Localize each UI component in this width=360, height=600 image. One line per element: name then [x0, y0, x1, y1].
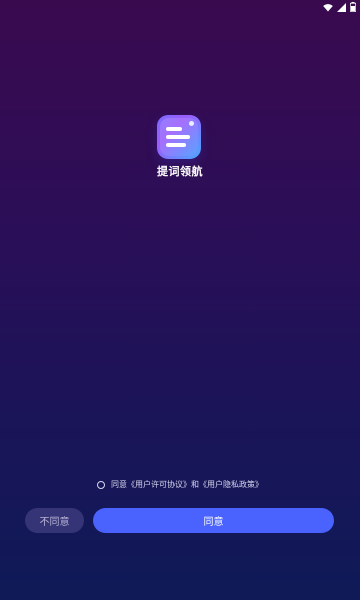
wifi-icon: [323, 3, 333, 12]
app-icon-line: [166, 143, 186, 147]
app-icon-line: [166, 135, 190, 139]
app-name: 提词领航: [157, 165, 203, 178]
status-bar: [0, 0, 360, 14]
app-icon-line: [166, 127, 182, 131]
signal-icon: [337, 2, 346, 12]
app-icon-dot: [189, 121, 194, 126]
agreement-row: 同意 《用户许可协议》 和 《用户隐私政策》: [0, 479, 360, 490]
agreement-radio[interactable]: [97, 480, 105, 489]
agreement-prefix: 同意: [111, 480, 127, 489]
agreement-conjunction: 和: [191, 480, 199, 489]
user-agreement-link[interactable]: 《用户许可协议》: [127, 479, 191, 490]
battery-icon: [350, 2, 356, 12]
status-icons: [323, 2, 356, 12]
decline-button[interactable]: 不同意: [25, 508, 84, 533]
privacy-policy-link[interactable]: 《用户隐私政策》: [199, 479, 263, 490]
teleprompter-app-icon: [157, 115, 201, 159]
agree-button[interactable]: 同意: [93, 508, 334, 533]
